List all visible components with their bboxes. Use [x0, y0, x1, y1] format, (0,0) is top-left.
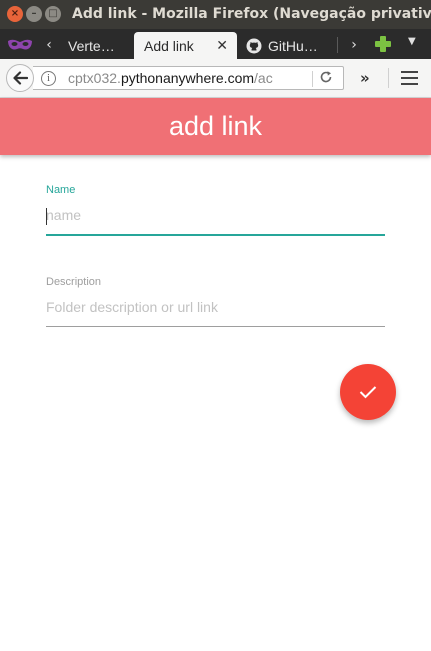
tab-label: Verte… — [68, 37, 115, 54]
url-suffix: /ac — [254, 70, 273, 86]
scroll-tabs-left-button[interactable]: ‹ — [41, 34, 57, 56]
scroll-tabs-right-button[interactable]: › — [346, 34, 362, 56]
name-underline — [46, 234, 385, 236]
tab-verte[interactable]: Verte… — [58, 32, 132, 59]
description-field: Description — [46, 276, 385, 327]
reload-icon[interactable] — [319, 70, 333, 88]
url-prefix: cptx032. — [68, 70, 121, 86]
app-header: add link — [0, 98, 431, 155]
url-text[interactable]: cptx032.pythonanywhere.com/ac — [68, 70, 304, 86]
url-divider — [312, 71, 313, 87]
close-icon[interactable]: ✕ — [216, 37, 228, 54]
toolbar-divider — [388, 68, 389, 88]
minimize-window-button[interactable]: – — [26, 6, 42, 22]
description-input[interactable] — [46, 297, 385, 317]
window-titlebar: × – □ Add link - Mozilla Firefox (Navega… — [0, 0, 431, 29]
back-arrow-icon[interactable] — [6, 64, 34, 92]
tab-github[interactable]: GitHu… — [240, 32, 336, 59]
description-label: Description — [46, 276, 102, 288]
tab-list-dropdown-icon[interactable]: ▼ — [408, 36, 416, 47]
text-caret — [46, 208, 47, 225]
description-underline — [46, 326, 385, 327]
maximize-window-button[interactable]: □ — [45, 6, 61, 22]
double-chevron-icon[interactable]: » — [360, 69, 370, 87]
url-bar[interactable]: i cptx032.pythonanywhere.com/ac — [33, 66, 344, 90]
name-field: Name — [46, 184, 385, 236]
hamburger-icon[interactable] — [401, 71, 418, 85]
green-plus-icon[interactable] — [374, 35, 392, 53]
checkmark-icon — [359, 385, 377, 399]
tab-divider — [337, 37, 338, 53]
url-domain: pythonanywhere.com — [120, 70, 255, 86]
window-title: Add link - Mozilla Firefox (Navegação pr… — [72, 6, 431, 22]
name-label: Name — [46, 184, 76, 196]
tab-label: Add link — [144, 37, 194, 54]
name-input[interactable] — [46, 205, 385, 225]
page-title: add link — [168, 111, 263, 141]
submit-button[interactable] — [340, 364, 396, 420]
info-icon[interactable]: i — [41, 71, 56, 86]
navigation-toolbar: i cptx032.pythonanywhere.com/ac » — [0, 59, 431, 98]
github-icon — [246, 38, 262, 54]
tab-strip: ‹ Verte… Add link ✕ GitHu… › ▼ — [0, 29, 431, 59]
page-content: add link Name Description — [0, 98, 431, 651]
tab-label: GitHu… — [268, 37, 318, 54]
close-window-button[interactable]: × — [7, 6, 23, 22]
tab-add-link[interactable]: Add link ✕ — [134, 32, 237, 59]
window-controls: × – □ — [7, 6, 61, 22]
mask-icon — [4, 34, 36, 56]
